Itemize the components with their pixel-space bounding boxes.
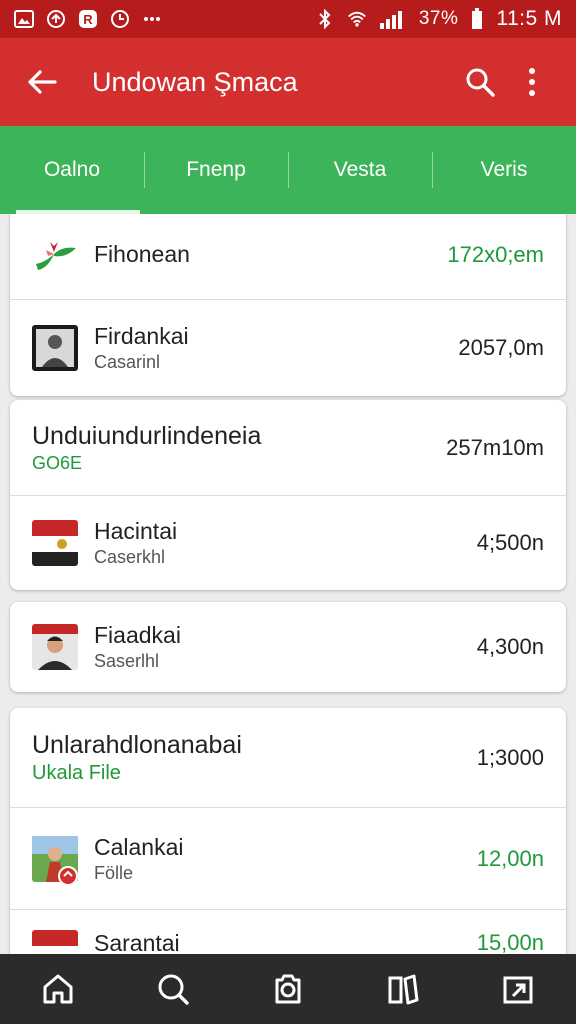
section-header-texts: Unlarahdlonanabai Ukala File xyxy=(32,731,477,785)
list-item[interactable]: Firdankai Casarinl 2057,0m xyxy=(10,300,566,396)
search-icon xyxy=(158,974,189,1005)
search-icon xyxy=(466,68,495,97)
list-item-name: Firdankai xyxy=(94,323,189,349)
plant-logo-icon xyxy=(32,232,78,278)
battery-icon xyxy=(470,8,484,29)
search-button[interactable] xyxy=(454,56,506,108)
section-title: Unlarahdlonanabai xyxy=(32,730,242,759)
battery-percent: 37% xyxy=(418,8,459,29)
status-bar: R 37% 11:5 M xyxy=(0,0,576,38)
status-left-icons: R xyxy=(14,9,162,29)
list-item[interactable]: Fihonean 172x0;em xyxy=(10,214,566,300)
section-header[interactable]: Unlarahdlonanabai Ukala File 1;3000 xyxy=(10,708,566,808)
list-item[interactable]: Sarantai 15,00n xyxy=(10,910,566,954)
list-item-texts: Calankai Fölle xyxy=(94,834,477,884)
flag-thumbnail xyxy=(32,930,78,954)
portrait-thumbnail xyxy=(32,624,78,670)
section-header-texts: Unduiundurlindeneia GO6E xyxy=(32,422,446,474)
home-icon xyxy=(43,974,73,1004)
app-bar: Undowan Şmaca xyxy=(0,38,576,126)
tab-fnenp[interactable]: Fnenp xyxy=(144,126,288,214)
list-item-texts: Hacintai Caserkhl xyxy=(94,518,477,568)
list-item-subtitle: Casarinl xyxy=(94,352,161,372)
list-item-subtitle: Fölle xyxy=(94,862,134,883)
tab-label: Vesta xyxy=(333,158,387,181)
wifi-icon xyxy=(347,9,367,29)
section-subtitle: GO6E xyxy=(32,452,83,473)
signal-icon xyxy=(379,9,407,29)
person-thumbnail xyxy=(32,835,78,886)
flag-thumbnail xyxy=(32,520,78,566)
more-vert-icon xyxy=(529,68,535,96)
list-item-size: 15,00n xyxy=(476,930,544,954)
list-item[interactable]: Hacintai Caserkhl 4;500n xyxy=(10,496,566,590)
tab-label: Fnenp xyxy=(186,158,246,181)
section-title: Unduiundurlindeneia xyxy=(32,421,262,450)
list-card: Unlarahdlonanabai Ukala File 1;3000 Cala… xyxy=(10,708,566,954)
section-size: 1;3000 xyxy=(476,744,544,770)
list-item-size: 2057,0m xyxy=(458,335,544,360)
notification-icon: R xyxy=(78,9,98,29)
list-item-subtitle: Saserlhl xyxy=(94,651,160,671)
share-icon xyxy=(503,976,533,1004)
list-item-texts: Fiaadkai Saserlhl xyxy=(94,622,477,672)
nav-search-button[interactable] xyxy=(143,959,203,1019)
svg-text:R: R xyxy=(83,12,93,27)
list-item[interactable]: Fiaadkai Saserlhl 4,300n xyxy=(10,602,566,692)
list-item-size: 4;500n xyxy=(476,530,544,555)
list-item-texts: Fihonean xyxy=(94,241,447,268)
section-subtitle: Ukala File xyxy=(32,761,121,784)
list-card: Unduiundurlindeneia GO6E 257m10m Hacinta… xyxy=(10,400,566,590)
gallery-icon xyxy=(14,9,34,29)
list-item-size: 172x0;em xyxy=(447,241,544,267)
overflow-menu-button[interactable] xyxy=(506,56,558,108)
clock-icon xyxy=(110,9,130,29)
bottom-navigation xyxy=(0,954,576,1024)
library-icon xyxy=(388,974,419,1005)
tab-oalno[interactable]: Oalno xyxy=(0,126,144,214)
list-item-name: Fiaadkai xyxy=(94,622,181,648)
list-item-name: Calankai xyxy=(94,833,184,860)
list-item-size: 4,300n xyxy=(476,634,544,659)
nav-discover-button[interactable] xyxy=(258,959,318,1019)
list-item-size: 12,00n xyxy=(476,845,544,871)
nav-share-button[interactable] xyxy=(488,959,548,1019)
nav-library-button[interactable] xyxy=(373,959,433,1019)
back-button[interactable] xyxy=(18,58,66,106)
section-header[interactable]: Unduiundurlindeneia GO6E 257m10m xyxy=(10,400,566,496)
list-item-name: Sarantai xyxy=(94,930,180,954)
discover-icon xyxy=(275,974,301,1004)
tab-label: Oalno xyxy=(43,158,101,181)
page-title: Undowan Şmaca xyxy=(92,66,298,97)
list-item-texts: Sarantai xyxy=(94,930,477,954)
sync-icon xyxy=(46,9,66,29)
list-item[interactable]: Calankai Fölle 12,00n xyxy=(10,808,566,910)
list-card: Fiaadkai Saserlhl 4,300n xyxy=(10,602,566,692)
list-item-name: Fihonean xyxy=(94,241,190,267)
list-card: Fihonean 172x0;em Firdankai Casarinl 205… xyxy=(10,214,566,396)
bluetooth-icon xyxy=(315,9,335,29)
nav-home-button[interactable] xyxy=(28,959,88,1019)
photo-thumbnail xyxy=(32,325,78,371)
section-size: 257m10m xyxy=(446,434,544,460)
tab-label: Veris xyxy=(480,158,528,181)
tab-vesta[interactable]: Vesta xyxy=(288,126,432,214)
file-list[interactable]: Fihonean 172x0;em Firdankai Casarinl 205… xyxy=(0,214,576,954)
arrow-left-icon xyxy=(28,70,57,94)
clock-time: 11:5 M xyxy=(496,7,562,30)
list-item-texts: Firdankai Casarinl xyxy=(94,323,458,373)
list-item-subtitle: Caserkhl xyxy=(94,547,166,567)
more-dots-icon xyxy=(142,9,162,29)
tab-bar: Oalno Fnenp Vesta Veris xyxy=(0,126,576,214)
list-item-name: Hacintai xyxy=(94,518,178,544)
status-right-icons: 37% 11:5 M xyxy=(315,7,562,31)
tab-veris[interactable]: Veris xyxy=(432,126,576,214)
